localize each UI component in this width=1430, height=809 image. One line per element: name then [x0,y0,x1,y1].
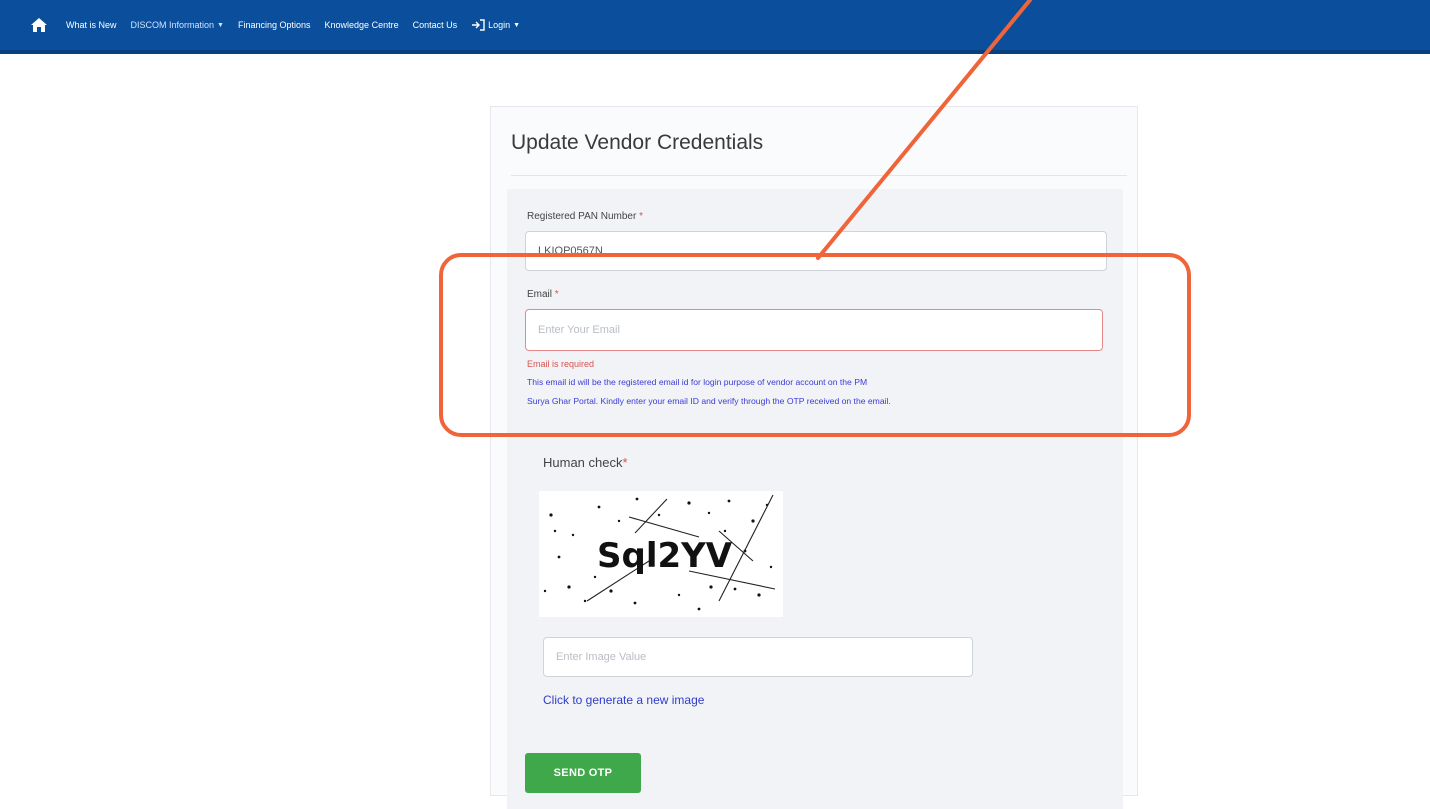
nav-login-label: Login [488,20,511,30]
divider [511,175,1127,176]
pan-input[interactable] [525,231,1107,271]
pan-label: Registered PAN Number * [527,211,643,222]
nav-login[interactable]: Login ▼ [471,19,520,31]
pan-label-text: Registered PAN Number [527,211,637,222]
captcha-input[interactable] [543,637,973,677]
nav-contact-us[interactable]: Contact Us [413,20,458,30]
email-help-line1: This email id will be the registered ema… [527,377,868,387]
nav-label: Knowledge Centre [324,20,399,30]
captcha-image: Sql2YV [539,491,783,617]
regenerate-captcha-link[interactable]: Click to generate a new image [543,693,704,707]
top-navbar: What is New DISCOM Information ▼ Financi… [0,0,1430,54]
nav-label: Financing Options [237,20,311,30]
nav-label: DISCOM Information [130,20,215,30]
email-label-text: Email [527,289,553,300]
nav-knowledge-centre[interactable]: Knowledge Centre [325,20,399,30]
update-vendor-card: Update Vendor Credentials Registered PAN… [490,106,1138,809]
page-title: Update Vendor Credentials [511,131,764,154]
required-mark: * [554,289,559,300]
form-panel: Registered PAN Number * Email * Email is… [507,189,1123,809]
email-input[interactable] [525,309,1103,351]
human-check-label: Human check* [543,455,628,470]
chevron-down-icon: ▼ [513,21,521,29]
nav-what-is-new[interactable]: What is New [66,20,117,30]
human-check-label-text: Human check [543,455,623,470]
login-icon [471,19,485,31]
email-error: Email is required [527,359,595,369]
send-otp-button[interactable]: SEND OTP [525,753,641,793]
email-label: Email * [527,289,559,300]
nav-financing-options[interactable]: Financing Options [238,20,311,30]
email-help-line2: Surya Ghar Portal. Kindly enter your ema… [527,396,891,406]
captcha-text: Sql2YV [597,536,733,576]
required-mark: * [639,211,643,222]
required-mark: * [622,455,628,470]
home-icon[interactable] [28,14,50,36]
email-help-text: This email id will be the registered ema… [527,373,1087,411]
nav-label: Contact Us [412,20,458,30]
chevron-down-icon: ▼ [217,21,224,29]
nav-label: What is New [66,20,117,30]
nav-discom-information[interactable]: DISCOM Information ▼ [131,20,224,30]
